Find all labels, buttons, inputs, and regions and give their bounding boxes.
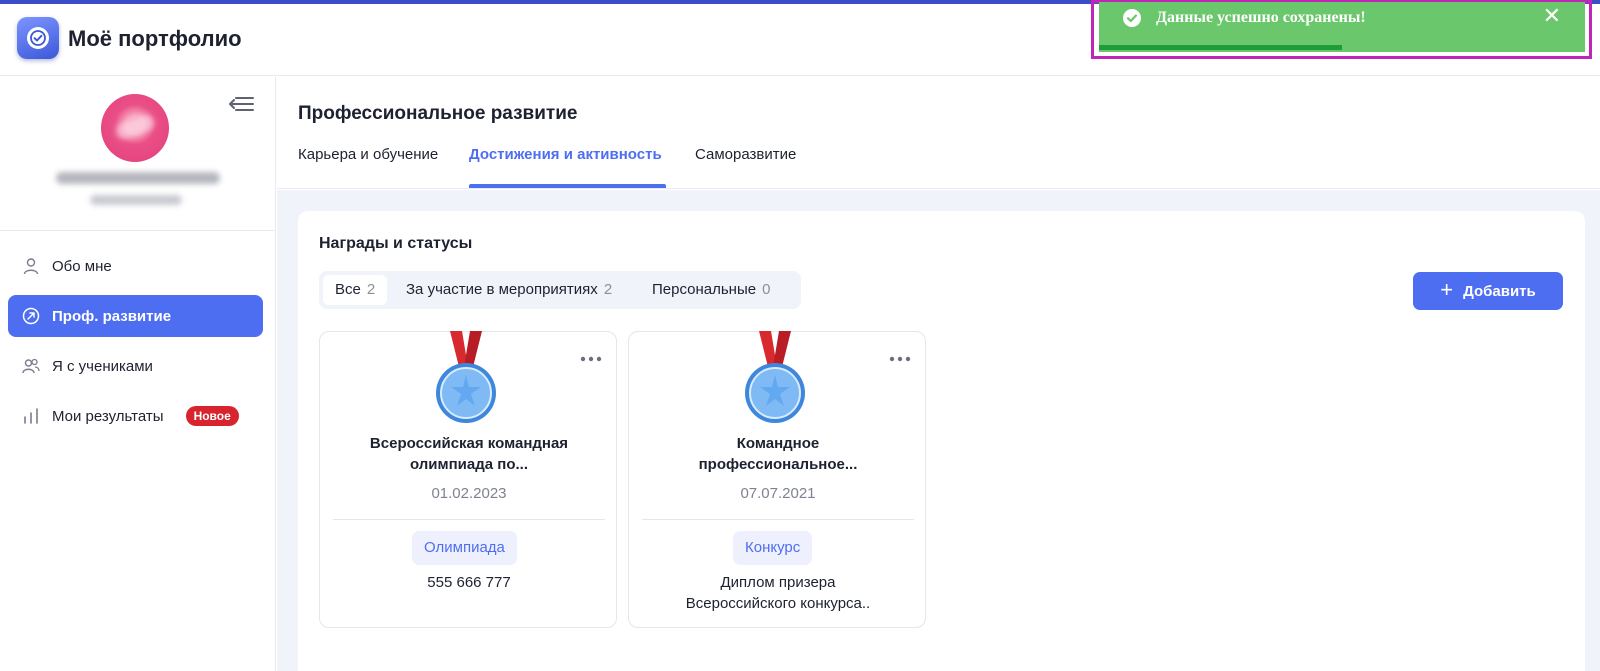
toast-progress-bar [1099,45,1342,50]
award-type-tag: Конкурс [733,531,813,565]
sidebar-item-label: Проф. развитие [52,307,172,325]
blurred-user-name [56,172,220,184]
more-options-icon[interactable] [580,350,602,362]
sidebar-item-label: Я с учениками [52,357,153,375]
tab-career[interactable]: Карьера и обучение [298,146,438,163]
compass-icon [22,307,40,325]
filter-all[interactable]: Все 2 [323,275,388,305]
award-title-line: олимпиада по... [409,456,528,473]
award-card[interactable]: Всероссийская командная олимпиада по... … [319,331,617,628]
award-title: Всероссийская командная олимпиада по... [340,433,598,475]
toast-message: Данные успешно сохранены! [1156,9,1366,26]
add-button[interactable]: + Добавить [1413,272,1563,310]
app-logo[interactable] [17,17,59,59]
section-title: Награды и статусы [319,235,473,252]
plus-icon: + [1440,277,1454,302]
filter-count: 2 [366,281,376,298]
filter-label: За участие в мероприятиях [406,281,598,298]
award-type-tag: Олимпиада [412,531,517,565]
tab-self-development[interactable]: Саморазвитие [695,146,796,163]
filter-label: Все [335,281,361,298]
award-title-line: Всероссийская командная [369,435,569,452]
sidebar-item-results[interactable]: Мои результаты Новое [8,395,263,437]
page-title: Профессиональное развитие [298,103,578,124]
sidebar-item-students[interactable]: Я с учениками [8,345,263,387]
award-description-line: Диплом призера [720,574,836,591]
award-title-line: профессиональное... [698,456,858,473]
filter-group: Все 2 За участие в мероприятиях 2 Персонал… [319,271,801,309]
add-button-label: Добавить [1463,282,1536,300]
user-icon [22,257,40,275]
award-card[interactable]: Командное профессиональное... 07.07.2021… [628,331,926,628]
filter-events[interactable]: За участие в мероприятиях 2 [394,275,624,305]
filter-personal[interactable]: Персональные 0 [640,275,782,305]
award-date: 07.07.2021 [740,485,816,502]
new-badge: Новое [185,406,239,426]
award-description: 555 666 777 [340,572,598,593]
active-tab-indicator [469,184,666,188]
success-toast: Данные успешно сохранены! ✕ [1099,2,1585,52]
blurred-user-role [90,195,182,205]
sidebar-item-label: Мои результаты [52,407,164,425]
filter-count: 0 [762,281,771,298]
check-circle-icon [1123,9,1141,27]
award-description: Диплом призера Всероссийского конкурса.. [649,572,907,614]
filter-label: Персональные [652,281,757,298]
medal-icon [434,331,498,427]
check-badge-icon [27,27,49,49]
award-date: 01.02.2023 [431,485,507,502]
filter-count: 2 [603,281,613,298]
sidebar: Обо мне Проф. развитие Я с учениками Мои… [0,77,276,671]
award-title-line: Командное [736,435,820,452]
award-description-line: Всероссийского конкурса.. [685,595,871,612]
close-icon[interactable]: ✕ [1543,4,1561,28]
sidebar-item-label: Обо мне [52,257,112,275]
sidebar-divider [0,230,275,231]
more-options-icon[interactable] [889,350,911,362]
award-description-line: 555 666 777 [427,574,511,591]
card-divider [642,519,914,520]
card-divider [333,519,605,520]
awards-panel: Награды и статусы Все 2 За участие в меро… [298,211,1585,671]
collapse-sidebar-icon[interactable] [228,94,254,114]
bar-chart-icon [22,407,40,425]
sidebar-item-about[interactable]: Обо мне [8,245,263,287]
award-title: Командное профессиональное... [649,433,907,475]
tab-achievements[interactable]: Достижения и активность [469,146,662,163]
app-title: Моё портфолио [68,26,242,51]
sidebar-item-prof-development[interactable]: Проф. развитие [8,295,263,337]
avatar[interactable] [101,94,169,162]
users-icon [22,357,40,375]
medal-icon [743,331,807,427]
page-header: Профессиональное развитие Карьера и обуч… [277,77,1600,189]
